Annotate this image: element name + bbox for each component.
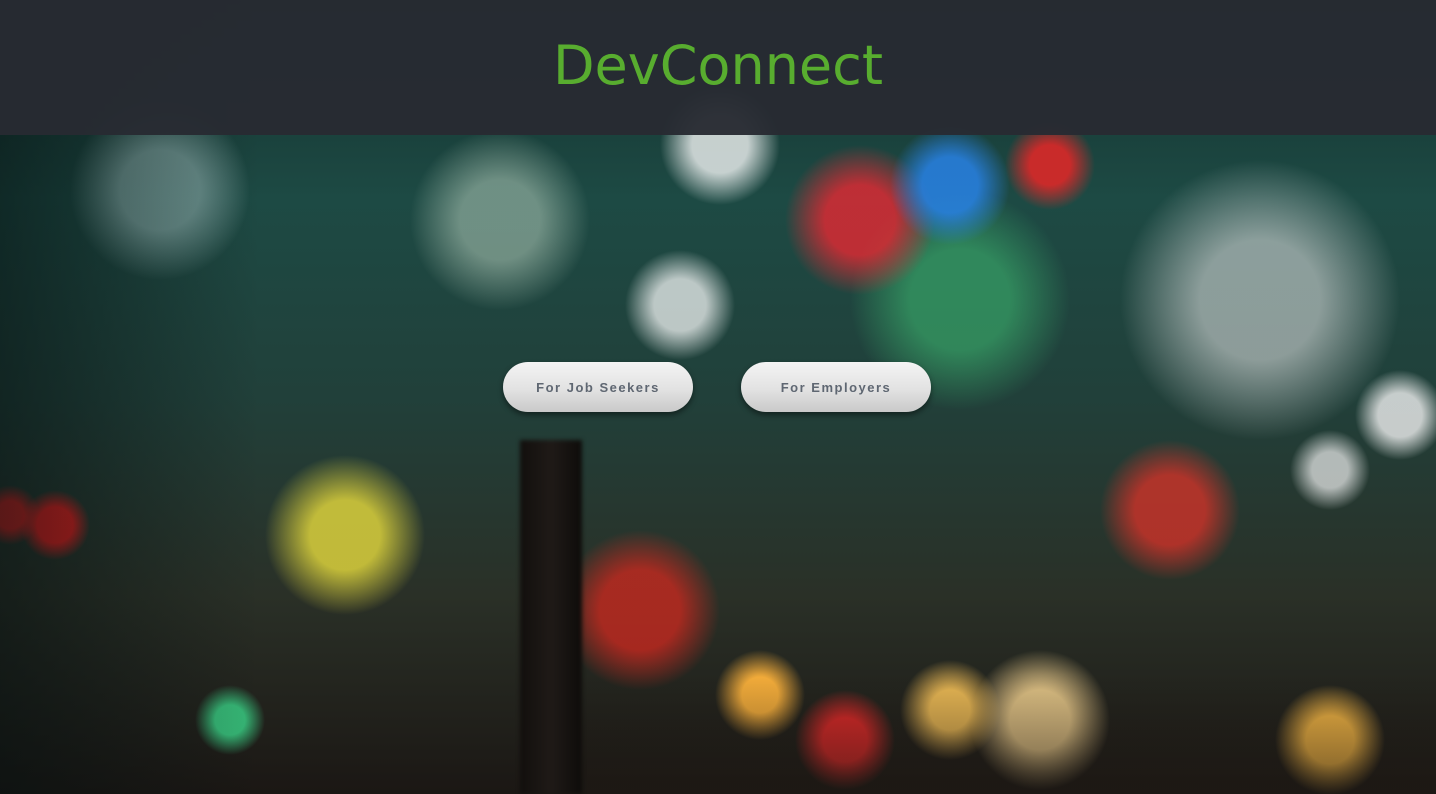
- for-job-seekers-button[interactable]: For Job Seekers: [503, 362, 693, 412]
- for-employers-button[interactable]: For Employers: [741, 362, 931, 412]
- brand-logo-text[interactable]: DevConnect: [553, 34, 883, 97]
- background-pillar: [520, 440, 582, 794]
- background-road: [560, 674, 1436, 794]
- site-header: DevConnect: [0, 0, 1436, 135]
- landing-page: DevConnect For Job Seekers For Employers: [0, 0, 1436, 794]
